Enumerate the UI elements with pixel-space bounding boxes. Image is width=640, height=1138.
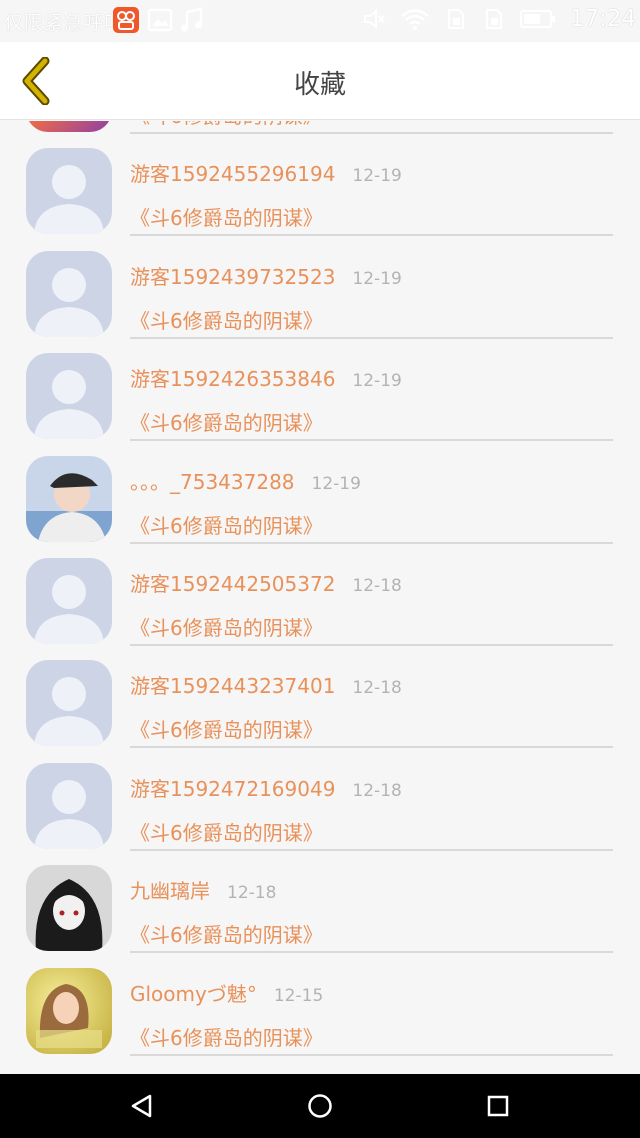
default-person-icon [26, 353, 112, 440]
clock: 17:24 [569, 6, 636, 32]
list-item[interactable]: Gloomyづ魅° 12-15 《斗6修爵岛的阴谋》 [0, 940, 640, 1056]
sim-card-icon [447, 9, 464, 29]
list-item[interactable]: 九幽璃岸 12-18 《斗6修爵岛的阴谋》 [0, 837, 640, 954]
date: 12-15 [273, 985, 324, 1006]
anime-girl-photo-avatar [26, 865, 112, 952]
date: 12-19 [352, 268, 402, 289]
date: 12-19 [352, 166, 402, 187]
sim-card-2-icon [485, 9, 502, 29]
boy-cap-photo-avatar [26, 455, 112, 542]
list-item[interactable]: 。。。_753437288 12-19 《斗6修爵岛的阴谋》 [0, 428, 640, 544]
avatar[interactable] [26, 660, 112, 747]
status-bar: 仅限紧急呼叫 17:24 [0, 0, 640, 42]
username[interactable]: 游客1592442505372 [130, 568, 335, 597]
carrier-text: 仅限紧急呼叫 [4, 12, 125, 34]
date: 12-18 [227, 883, 277, 904]
username[interactable]: 游客1592439732523 [130, 261, 335, 290]
app-notification-icon [113, 7, 139, 33]
list-item[interactable]: 游客1592455296194 12-19 《斗6修爵岛的阴谋》 [0, 121, 640, 237]
list-item[interactable]: 游客1592442505372 12-18 《斗6修爵岛的阴谋》 [0, 530, 640, 646]
list-item[interactable]: 游客1592426353846 12-19 《斗6修爵岛的阴谋》 [0, 325, 640, 442]
triangle-back-icon [131, 1094, 152, 1118]
username[interactable]: 游客1592455296194 [130, 158, 335, 187]
date: 12-19 [352, 371, 402, 392]
book-title[interactable]: 《斗6修爵岛的阴谋》 [130, 1022, 323, 1051]
avatar[interactable] [26, 353, 112, 440]
nav-back-button[interactable] [97, 1074, 187, 1138]
system-nav-bar [0, 1074, 640, 1138]
date: 12-18 [352, 780, 402, 801]
square-recents-icon [487, 1095, 509, 1117]
username[interactable]: 九幽璃岸 [130, 875, 210, 904]
nav-home-button[interactable] [275, 1074, 365, 1138]
avatar[interactable] [26, 250, 112, 337]
list-item[interactable]: 游客1592443237401 12-18 《斗6修爵岛的阴谋》 [0, 632, 640, 749]
username[interactable]: 游客1592426353846 [130, 363, 335, 392]
list-item[interactable]: 游客1592472169049 12-18 《斗6修爵岛的阴谋》 [0, 735, 640, 851]
default-person-icon [26, 250, 112, 337]
default-person-icon [26, 660, 112, 747]
yellow-girl-photo-avatar [26, 967, 112, 1054]
date: 12-18 [352, 575, 402, 596]
list-item[interactable]: 游客1592439732523 12-19 《斗6修爵岛的阴谋》 [0, 223, 640, 339]
username[interactable]: 。。。_753437288 [130, 466, 295, 495]
username[interactable]: 游客1592443237401 [130, 670, 335, 699]
music-notification-icon [181, 7, 203, 32]
default-person-icon [26, 557, 112, 644]
header-bar: 收藏 [0, 42, 640, 120]
avatar[interactable] [26, 455, 112, 542]
default-person-icon [26, 148, 112, 235]
circle-home-icon [308, 1094, 332, 1118]
divider [130, 1053, 613, 1056]
favorites-list[interactable]: 《斗6修爵岛的阴谋》 游客1592455296194 12-19 《斗6修爵岛的… [0, 121, 640, 1074]
avatar[interactable] [26, 865, 112, 952]
nav-recents-button[interactable] [453, 1074, 543, 1138]
page-title: 收藏 [293, 70, 346, 100]
wifi-icon [400, 9, 429, 30]
username[interactable]: 游客1592472169049 [130, 773, 335, 802]
default-person-icon [26, 762, 112, 849]
avatar[interactable] [26, 557, 112, 644]
image-notification-icon [147, 8, 173, 32]
mute-icon [363, 8, 385, 30]
username[interactable]: Gloomyづ魅° [130, 978, 257, 1007]
date: 12-18 [352, 678, 402, 699]
battery-icon [519, 10, 555, 28]
avatar[interactable] [26, 967, 112, 1054]
avatar[interactable] [26, 762, 112, 849]
date: 12-19 [311, 473, 361, 494]
avatar[interactable] [26, 148, 112, 235]
